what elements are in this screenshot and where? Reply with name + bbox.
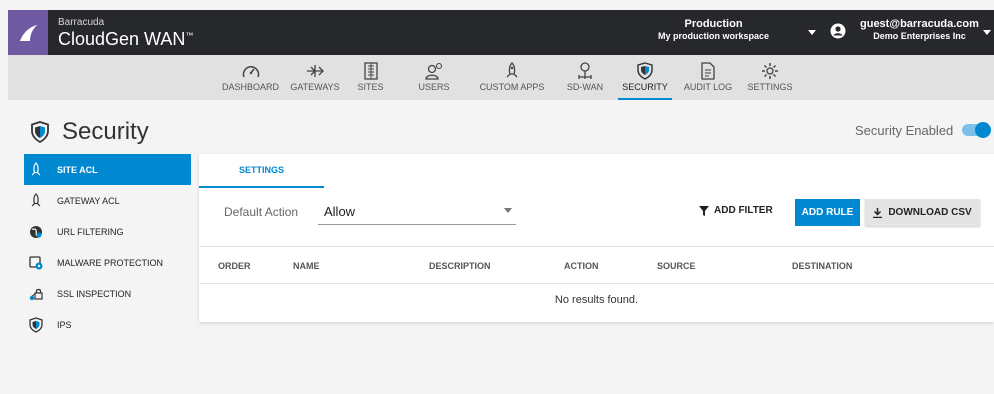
download-icon xyxy=(873,207,883,218)
gateway-icon xyxy=(307,65,324,77)
malware-icon xyxy=(29,255,43,269)
workspace-title: Production xyxy=(684,18,743,30)
user-org: Demo Enterprises Inc xyxy=(873,31,966,42)
nav-label: SETTINGS xyxy=(747,82,793,92)
sidebar-item-label: IPS xyxy=(57,319,72,330)
security-enabled-label: Security Enabled xyxy=(855,123,954,138)
user-menu[interactable]: guest@barracuda.com Demo Enterprises Inc xyxy=(860,18,979,42)
site-acl-panel: SETTINGS Default Action Allow ADD FILTER… xyxy=(199,154,994,322)
shield-icon xyxy=(31,121,49,143)
rocket-icon xyxy=(31,161,41,175)
gear-icon xyxy=(762,63,778,79)
sidebar-item-site-acl[interactable]: SITE ACL xyxy=(24,154,191,185)
sidebar-item-ssl-inspection[interactable]: SSL INSPECTION xyxy=(24,278,191,309)
nav-settings[interactable]: SETTINGS xyxy=(742,55,798,100)
network-icon xyxy=(578,62,592,79)
security-sidebar: SITE ACL GATEWAY ACL URL FILTERING MALWA… xyxy=(24,154,191,340)
nav-gateways[interactable]: GATEWAYS xyxy=(285,55,345,100)
workspace-selector[interactable]: Production My production workspace xyxy=(658,18,769,42)
column-name[interactable]: NAME xyxy=(293,261,320,271)
page-title: Security xyxy=(30,118,149,146)
nav-dashboard[interactable]: DASHBOARD xyxy=(219,55,282,100)
main-nav: DASHBOARD GATEWAYS SITES USERS CUSTOM AP… xyxy=(8,55,994,100)
filter-icon xyxy=(699,205,709,216)
user-account-icon[interactable] xyxy=(830,23,846,39)
workspace-caret-icon[interactable] xyxy=(808,30,816,36)
nav-label: DASHBOARD xyxy=(221,82,279,92)
users-icon xyxy=(425,62,443,80)
globe-icon xyxy=(30,225,42,238)
page-title-text: Security xyxy=(62,118,149,145)
rocket-icon xyxy=(506,62,518,78)
top-bar: Barracuda CloudGen WAN™ Production My pr… xyxy=(8,10,994,55)
table-header: ORDER NAME DESCRIPTION ACTION SOURCE DES… xyxy=(199,246,994,284)
sidebar-item-malware-protection[interactable]: MALWARE PROTECTION xyxy=(24,247,191,278)
sidebar-item-label: GATEWAY ACL xyxy=(57,195,120,206)
shield-icon xyxy=(637,62,653,80)
nav-label: USERS xyxy=(418,82,450,92)
user-email: guest@barracuda.com xyxy=(860,18,979,30)
sidebar-item-label: SSL INSPECTION xyxy=(57,288,132,299)
default-action-label: Default Action xyxy=(224,205,299,219)
rocket-icon xyxy=(31,192,41,206)
nav-audit-log[interactable]: AUDIT LOG xyxy=(680,55,736,100)
ssl-icon xyxy=(29,288,43,300)
gauge-icon xyxy=(242,66,259,78)
nav-security[interactable]: SECURITY xyxy=(618,55,672,100)
nav-sites[interactable]: SITES xyxy=(353,55,388,100)
sidebar-item-url-filtering[interactable]: URL FILTERING xyxy=(24,216,191,247)
workspace-subtitle: My production workspace xyxy=(658,31,770,42)
nav-label: SD-WAN xyxy=(566,82,604,92)
brand: Barracuda CloudGen WAN™ xyxy=(58,16,194,49)
sidebar-item-label: SITE ACL xyxy=(57,164,98,175)
column-source[interactable]: SOURCE xyxy=(657,261,696,271)
empty-table-message: No results found. xyxy=(554,294,639,306)
brand-vendor: Barracuda xyxy=(58,16,105,28)
download-csv-button[interactable]: DOWNLOAD CSV xyxy=(865,199,980,226)
user-caret-icon[interactable] xyxy=(983,30,991,36)
chevron-down-icon xyxy=(504,208,512,213)
building-icon xyxy=(363,62,378,80)
shield-icon xyxy=(29,316,43,333)
toggle-knob xyxy=(975,122,991,138)
tab-settings[interactable]: SETTINGS xyxy=(199,154,324,188)
security-enabled-toggle[interactable] xyxy=(962,122,991,138)
default-action-select[interactable]: Allow xyxy=(318,199,516,225)
sidebar-item-ips[interactable]: IPS xyxy=(24,309,191,340)
barracuda-logo-icon[interactable] xyxy=(8,10,48,55)
nav-sd-wan[interactable]: SD-WAN xyxy=(563,55,607,100)
document-icon xyxy=(701,62,715,80)
nav-label: AUDIT LOG xyxy=(683,82,733,92)
add-rule-button[interactable]: ADD RULE xyxy=(795,199,860,226)
sidebar-item-gateway-acl[interactable]: GATEWAY ACL xyxy=(24,185,191,216)
download-csv-label: DOWNLOAD CSV xyxy=(888,207,972,218)
nav-label: SITES xyxy=(357,82,384,92)
column-description[interactable]: DESCRIPTION xyxy=(429,261,491,271)
nav-label: CUSTOM APPS xyxy=(479,82,545,92)
column-order[interactable]: ORDER xyxy=(218,261,251,271)
nav-users[interactable]: USERS xyxy=(416,55,452,100)
sidebar-item-label: MALWARE PROTECTION xyxy=(57,257,164,268)
brand-product: CloudGen WAN™ xyxy=(58,28,194,49)
add-filter-button[interactable]: ADD FILTER xyxy=(699,205,773,216)
sidebar-item-label: URL FILTERING xyxy=(57,226,124,237)
nav-label: SECURITY xyxy=(622,82,668,92)
nav-custom-apps[interactable]: CUSTOM APPS xyxy=(474,55,550,100)
nav-label: GATEWAYS xyxy=(290,82,340,92)
column-destination[interactable]: DESTINATION xyxy=(792,261,852,271)
default-action-value: Allow xyxy=(324,204,356,219)
column-action[interactable]: ACTION xyxy=(564,261,599,271)
add-filter-label: ADD FILTER xyxy=(714,205,773,216)
